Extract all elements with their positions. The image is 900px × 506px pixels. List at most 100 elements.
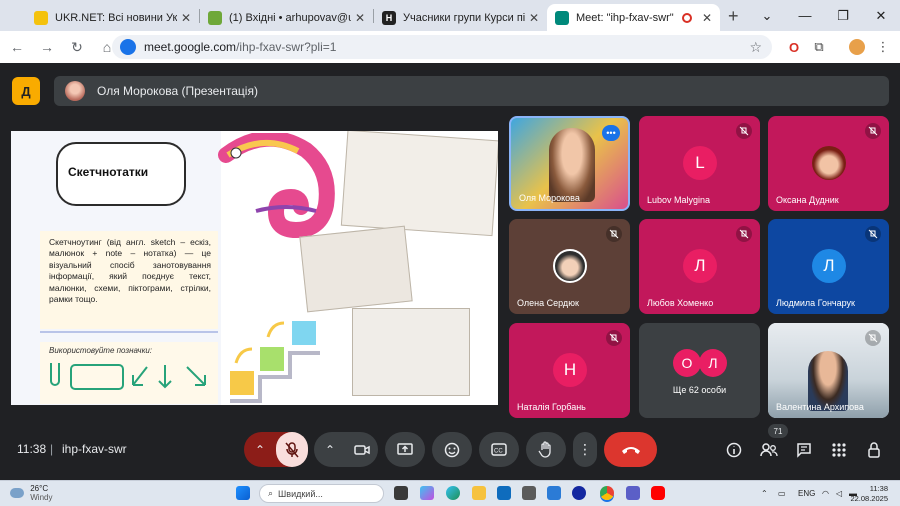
tab-search-icon[interactable]: ⌄	[748, 8, 786, 24]
reactions-button[interactable]	[432, 432, 472, 467]
participant-tile[interactable]: Валентина Архипова	[768, 323, 889, 418]
avatar: L	[683, 146, 717, 180]
avatar: Л	[812, 249, 846, 283]
avatar	[65, 81, 85, 101]
more-participants-label: Ще 62 особи	[672, 385, 727, 395]
slide-title: Скетчнотатки	[68, 165, 149, 179]
browser-tab-meet[interactable]: Meet: "ihp-fxav-swr" ✕	[547, 4, 720, 31]
edge-icon[interactable]	[446, 486, 460, 500]
store-icon[interactable]	[547, 486, 561, 500]
task-view-icon[interactable]	[394, 486, 408, 500]
back-icon[interactable]: ←	[4, 39, 30, 55]
stairs-illustration	[230, 321, 320, 403]
host-controls-lock-icon[interactable]	[859, 435, 889, 465]
restore-icon[interactable]: ❐	[824, 8, 862, 24]
divider	[40, 331, 218, 333]
avatar: Н	[553, 353, 587, 387]
participant-tile[interactable]: Н Наталія Горбань	[509, 323, 630, 418]
present-button[interactable]	[385, 432, 425, 467]
presentation-banner[interactable]: Оля Морокова (Презентація)	[54, 76, 889, 106]
camera-button[interactable]	[346, 444, 378, 456]
url-text: meet.google.com/ihp-fxav-swr?pli=1	[144, 40, 337, 54]
activities-icon[interactable]	[824, 435, 854, 465]
close-tab-icon[interactable]: ✕	[702, 11, 712, 25]
participant-tile[interactable]: L Lubov Malygina	[639, 116, 760, 211]
youtube-icon[interactable]	[651, 486, 665, 500]
participant-tile[interactable]: Оксана Дудник	[768, 116, 889, 211]
reload-icon[interactable]: ↻	[64, 39, 90, 56]
mic-off-icon	[736, 226, 752, 242]
chrome-icon[interactable]	[600, 486, 614, 500]
mic-off-button[interactable]	[276, 432, 308, 467]
meet-header: Д Оля Морокова (Презентація)	[0, 63, 900, 118]
address-bar[interactable]: meet.google.com/ihp-fxav-swr?pli=1 ☆	[112, 35, 772, 59]
meeting-time: 11:38	[17, 442, 47, 456]
bookmark-star-icon[interactable]: ☆	[749, 39, 762, 56]
svg-text:CC: CC	[494, 449, 503, 455]
raise-hand-button[interactable]	[526, 432, 566, 467]
slide-marks-illustration	[50, 363, 206, 390]
close-tab-icon[interactable]: ✕	[529, 11, 539, 25]
meet-icon	[555, 10, 569, 25]
close-tab-icon[interactable]: ✕	[355, 11, 365, 25]
browser-tab-group[interactable]: H Учасники групи Курси підвищ ✕	[374, 4, 547, 31]
tray-chevron-icon[interactable]: ⌃	[761, 489, 768, 498]
avatar: Л	[699, 349, 727, 377]
chat-icon[interactable]	[789, 435, 819, 465]
more-participants-tile[interactable]: О Л Ще 62 особи	[639, 323, 760, 418]
windows-start-icon[interactable]	[236, 486, 250, 500]
samsung-icon[interactable]	[572, 486, 586, 500]
file-explorer-icon[interactable]	[472, 486, 486, 500]
language-indicator[interactable]: ENG	[798, 489, 815, 498]
slide-body-text: Скетчноутинг (від англ. sketch – ескіз, …	[49, 237, 211, 305]
people-icon[interactable]	[754, 435, 784, 465]
hang-up-icon	[621, 446, 640, 454]
more-options-icon[interactable]: •••	[602, 125, 620, 141]
outlook-icon[interactable]	[497, 486, 511, 500]
extensions-icon[interactable]: ⧉	[808, 36, 830, 58]
browser-toolbar: ← → ↻ ⌂ meet.google.com/ihp-fxav-swr?pli…	[0, 31, 900, 63]
site-info-icon[interactable]	[120, 39, 136, 55]
weather-widget[interactable]: 26°C Windy	[10, 484, 52, 502]
participant-tile[interactable]: Олена Сердюк	[509, 219, 630, 314]
minimize-icon[interactable]: —	[786, 8, 824, 23]
meeting-info-icon[interactable]	[719, 435, 749, 465]
participant-tile[interactable]: Л Людмила Гончарук	[768, 219, 889, 314]
meeting-code: ihp-fxav-swr	[62, 442, 127, 456]
wifi-icon[interactable]: ◠	[822, 489, 829, 498]
browser-tab-ukrnet[interactable]: UKR.NET: Всі новини України, ✕	[26, 4, 199, 31]
sketchnote-photo	[340, 131, 498, 237]
more-options-button[interactable]: ⋮	[573, 432, 597, 467]
forward-icon[interactable]: →	[34, 39, 60, 55]
browser-menu-icon[interactable]: ⋮	[872, 36, 894, 58]
browser-tab-mail[interactable]: (1) Вхідні • arhupovav@ukr.net ✕	[200, 4, 373, 31]
profile-avatar[interactable]	[846, 36, 868, 58]
wind-icon	[10, 488, 24, 498]
mail-icon	[208, 10, 222, 25]
participant-tile[interactable]: ••• Оля Морокова	[509, 116, 630, 211]
close-tab-icon[interactable]: ✕	[181, 11, 191, 25]
calculator-icon[interactable]	[522, 486, 536, 500]
captions-button[interactable]: CC	[479, 432, 519, 467]
chevron-up-icon[interactable]: ⌃	[314, 443, 346, 457]
meet-logo: Д	[12, 77, 40, 105]
leave-call-button[interactable]	[604, 432, 657, 467]
volume-icon[interactable]: ◁	[836, 489, 842, 498]
system-clock[interactable]: 11:38 22.08.2025	[850, 484, 888, 504]
mic-off-icon	[865, 123, 881, 139]
participant-tile[interactable]: Л Любов Хоменко	[639, 219, 760, 314]
avatar	[553, 249, 587, 283]
network-icon[interactable]: ▭	[778, 489, 786, 498]
copilot-icon[interactable]	[420, 486, 434, 500]
mic-group: ⌃	[244, 432, 308, 467]
new-tab-icon[interactable]: +	[728, 6, 739, 27]
mic-off-icon	[606, 226, 622, 242]
taskbar-search-input[interactable]: ⌕ Швидкий...	[259, 484, 384, 503]
window-controls: ⌄ — ❐ ✕	[748, 0, 900, 31]
teams-icon[interactable]	[626, 486, 640, 500]
recording-icon	[681, 12, 692, 23]
close-window-icon[interactable]: ✕	[862, 8, 900, 24]
opera-extension-icon[interactable]: O	[783, 36, 805, 58]
ukrnet-icon	[34, 10, 48, 25]
chevron-up-icon[interactable]: ⌃	[244, 443, 276, 457]
